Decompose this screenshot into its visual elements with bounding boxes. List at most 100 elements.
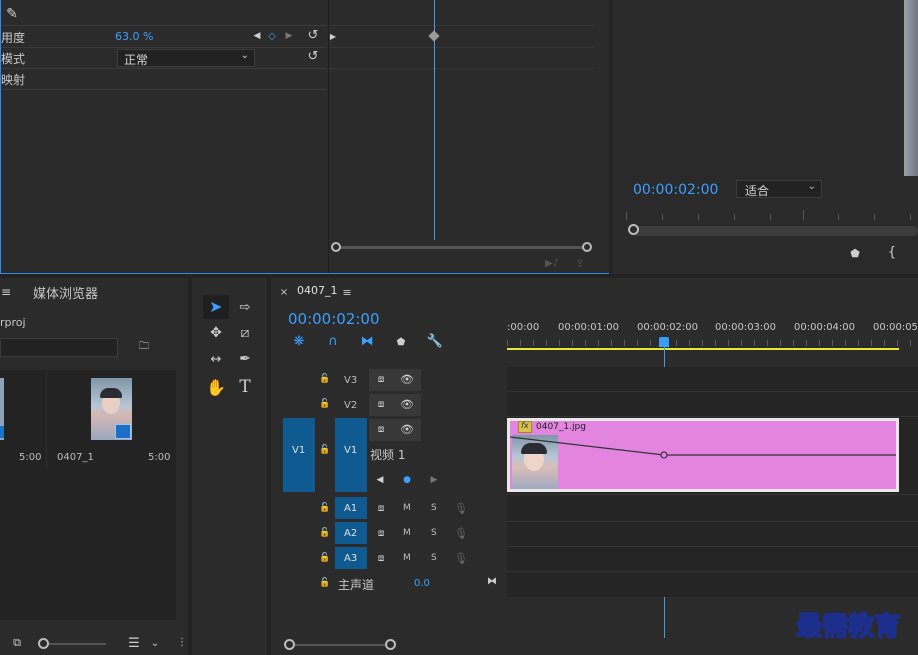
opacity-value[interactable]: 63.0 %: [115, 30, 153, 43]
close-icon[interactable]: ×: [279, 287, 289, 298]
toggle-animation-icon[interactable]: ▶: [329, 30, 337, 42]
eye-icon[interactable]: 👁: [399, 398, 415, 411]
clip-name[interactable]: 0407_1: [57, 452, 94, 463]
mute-button[interactable]: M: [403, 528, 411, 538]
ruler-tick: [662, 214, 663, 220]
ruler-label: 00:00:03:00: [715, 322, 777, 333]
master-volume-value[interactable]: 0.0: [414, 578, 430, 589]
microphone-icon[interactable]: 🎙: [454, 551, 468, 565]
sync-lock-icon[interactable]: ⧈: [374, 423, 388, 435]
type-tool[interactable]: T: [233, 376, 257, 398]
microphone-icon[interactable]: 🎙: [454, 526, 468, 540]
sync-lock-icon[interactable]: ⧈: [374, 502, 388, 514]
solo-button[interactable]: S: [431, 503, 437, 513]
ruler-label: 00:00:04:00: [794, 322, 856, 333]
zoom-slider-handle[interactable]: [38, 638, 49, 649]
timeline-zoom-bar[interactable]: [291, 644, 391, 646]
microphone-icon[interactable]: 🎙: [454, 501, 468, 515]
sequence-tab[interactable]: 0407_1: [297, 284, 338, 297]
media-browser-tab[interactable]: 媒体浏览器: [33, 283, 98, 302]
razor-tool[interactable]: ⧄: [233, 322, 257, 344]
scroll-handle-right[interactable]: [582, 242, 592, 252]
project-search-input[interactable]: [0, 338, 118, 357]
project-file-label: rproj: [0, 316, 26, 329]
effect-controls-panel: ✎ 用度 63.0 % ◀ ◇ ▶ ↺ 模式 正常 ⌄ ↺ 映射 ▶ ▶♪ ⇪: [0, 0, 609, 274]
zoom-handle-left[interactable]: [284, 639, 295, 650]
keyframe-marker[interactable]: [428, 30, 440, 42]
zoom-scrollbar[interactable]: [335, 246, 588, 249]
solo-button[interactable]: S: [431, 528, 437, 538]
reset-blend-icon[interactable]: ↺: [305, 48, 321, 64]
prev-keyframe-icon[interactable]: ◀: [252, 30, 262, 42]
next-keyframe-icon[interactable]: ▶: [284, 30, 294, 42]
nest-icon[interactable]: ❋: [290, 333, 308, 349]
sync-lock-icon[interactable]: ⧈: [374, 552, 388, 564]
panel-menu-icon[interactable]: ≡: [0, 285, 12, 299]
eye-icon[interactable]: 👁: [399, 373, 415, 386]
zoom-handle-right[interactable]: [385, 639, 396, 650]
go-to-edit-icon[interactable]: ⧓: [485, 574, 499, 588]
next-keyframe-icon[interactable]: ▶: [429, 474, 439, 486]
pen-icon[interactable]: ✎: [3, 6, 21, 22]
ruler-tick: [910, 214, 911, 220]
work-area-bar[interactable]: [507, 348, 899, 350]
play-audio-icon[interactable]: ▶♪: [544, 257, 560, 269]
mute-button[interactable]: M: [403, 503, 411, 513]
eye-icon[interactable]: 👁: [399, 423, 415, 436]
sort-icon[interactable]: ☰: [125, 636, 143, 651]
timeline-panel: × 0407_1 ≡ 00:00:02:00 ❋ ∩ ⧓ ⬟ 🔧 :00:00 …: [271, 278, 918, 655]
timeline-timecode[interactable]: 00:00:02:00: [288, 310, 380, 328]
timeline-clip[interactable]: fx 0407_1.jpg: [507, 418, 899, 492]
fit-select[interactable]: 适合 ⌄: [736, 180, 822, 198]
lock-icon[interactable]: 🔓: [319, 373, 331, 385]
linked-selection-icon[interactable]: ⧓: [358, 333, 376, 349]
mute-button[interactable]: M: [403, 553, 411, 563]
clip-thumbnail[interactable]: [91, 378, 132, 440]
zoom-slider-track[interactable]: [44, 643, 106, 645]
sync-lock-icon[interactable]: ⧈: [374, 398, 388, 410]
prev-keyframe-icon[interactable]: ◀: [375, 474, 385, 486]
mark-in-icon[interactable]: {: [885, 244, 899, 260]
add-marker-icon[interactable]: ⬟: [393, 334, 409, 350]
lock-icon[interactable]: 🔓: [319, 577, 331, 589]
new-bin-icon[interactable]: 🗀: [136, 340, 152, 354]
opacity-rubber-band[interactable]: [510, 421, 896, 489]
lock-icon[interactable]: 🔓: [319, 398, 331, 410]
chevron-down-icon[interactable]: ⌄: [148, 636, 162, 650]
add-keyframe-icon[interactable]: ◇: [266, 30, 278, 42]
lock-icon[interactable]: 🔓: [319, 502, 331, 514]
list-view-icon[interactable]: ⧉: [8, 636, 26, 650]
scroll-handle-left[interactable]: [331, 242, 341, 252]
slip-tool[interactable]: ↔: [204, 348, 228, 370]
sync-lock-icon[interactable]: ⧈: [374, 527, 388, 539]
ripple-edit-tool[interactable]: ✥: [204, 322, 228, 344]
program-time-ruler[interactable]: [626, 208, 918, 220]
track-select-tool[interactable]: ⇨: [233, 296, 257, 318]
panel-menu-icon[interactable]: ≡: [341, 286, 353, 299]
more-icon[interactable]: ⋮: [177, 635, 187, 649]
program-scrollbar[interactable]: [632, 226, 918, 236]
track-v1-name: 视频 1: [370, 448, 406, 462]
reset-opacity-icon[interactable]: ↺: [305, 27, 321, 43]
time-ruler[interactable]: :00:00 00:00:01:00 00:00:02:00 00:00:03:…: [507, 318, 918, 352]
opacity-label: 用度: [1, 31, 26, 45]
sync-lock-icon[interactable]: ⧈: [374, 373, 388, 385]
solo-button[interactable]: S: [431, 553, 437, 563]
track-v2-label: V2: [344, 400, 358, 411]
snap-icon[interactable]: ∩: [324, 333, 342, 349]
export-icon[interactable]: ⇪: [572, 256, 588, 270]
add-keyframe-icon[interactable]: ●: [401, 474, 413, 486]
hand-tool[interactable]: ✋: [204, 376, 228, 398]
selection-tool[interactable]: ➤: [203, 295, 229, 319]
opacity-keyframe[interactable]: [660, 451, 668, 459]
blend-mode-select[interactable]: 正常 ⌄: [117, 49, 255, 67]
lock-icon[interactable]: 🔓: [319, 527, 331, 539]
add-marker-icon[interactable]: ⬟: [848, 246, 862, 260]
wrench-icon[interactable]: 🔧: [426, 333, 444, 349]
lock-icon[interactable]: 🔓: [319, 444, 331, 456]
lock-icon[interactable]: 🔓: [319, 552, 331, 564]
pen-tool[interactable]: ✒: [233, 348, 257, 370]
program-timecode[interactable]: 00:00:02:00: [633, 182, 718, 198]
clip-duration: 5:00: [148, 452, 171, 463]
program-scroll-handle[interactable]: [628, 224, 639, 235]
